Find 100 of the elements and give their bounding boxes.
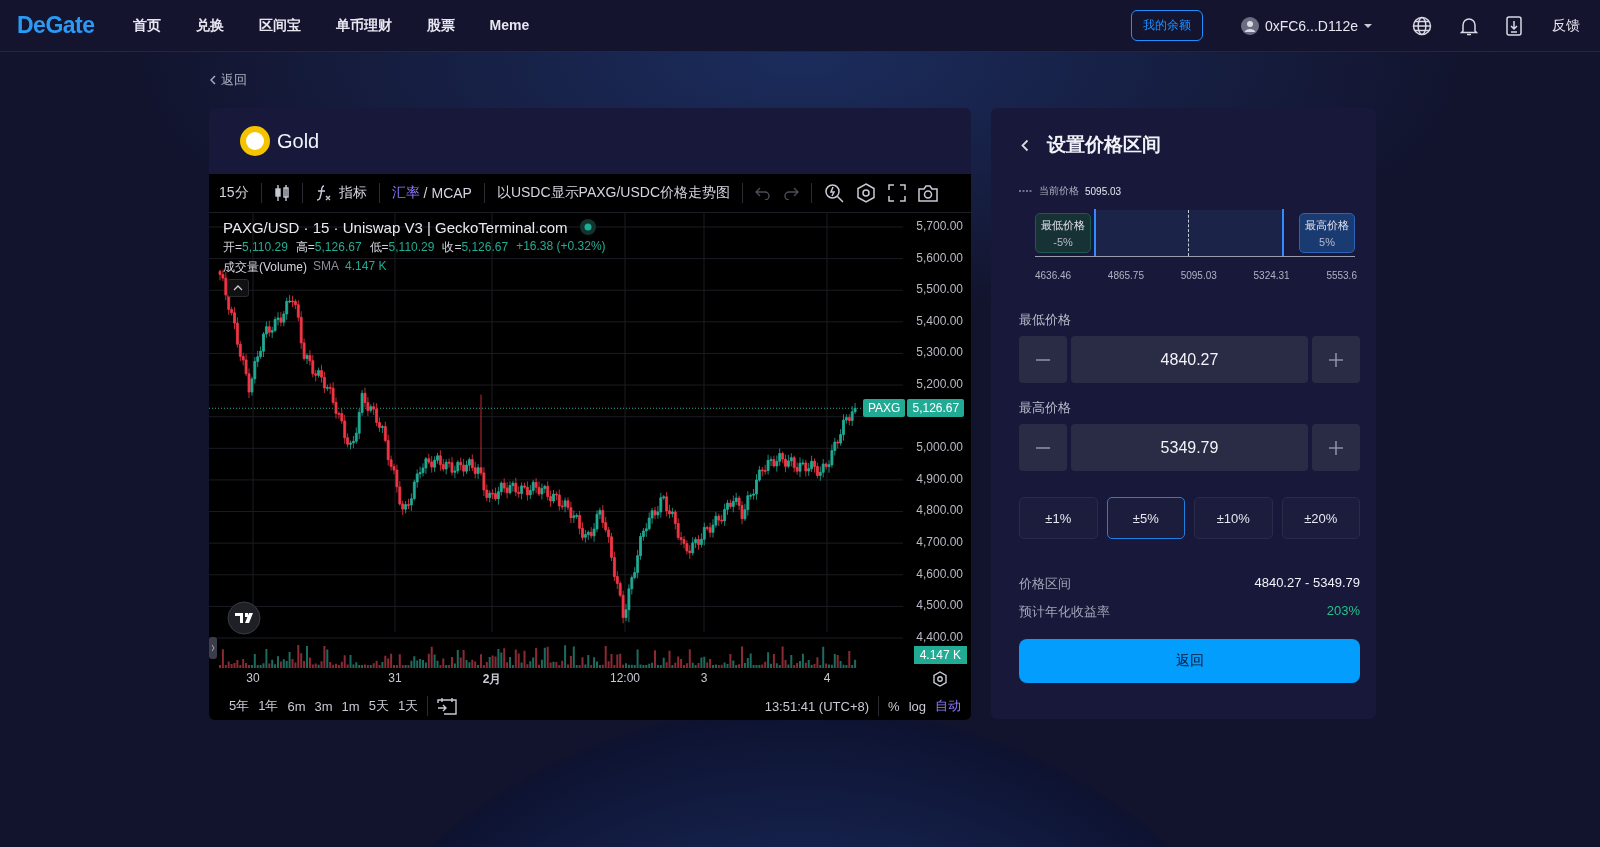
bell-icon[interactable] xyxy=(1460,15,1478,36)
tv-logo-icon[interactable] xyxy=(227,601,261,636)
price-input-field[interactable]: 5349.79 xyxy=(1071,424,1308,471)
field-label: 最低价格 xyxy=(1019,311,1072,329)
percent-preset-button[interactable]: ±5% xyxy=(1106,497,1185,539)
range-marker[interactable]: 最低价格 -5% xyxy=(1035,213,1091,253)
download-icon[interactable] xyxy=(1506,15,1522,36)
plus-icon xyxy=(1329,352,1343,367)
lower-bound-line xyxy=(1094,209,1096,257)
change-value: +16.38 (+0.32%) xyxy=(516,238,606,255)
current-price-value: 5095.03 xyxy=(1085,185,1122,197)
range-button[interactable]: 6m xyxy=(287,698,306,714)
side-handle-icon[interactable] xyxy=(209,637,217,660)
upper-bound-line xyxy=(1282,209,1284,257)
interval-button[interactable]: 15分 xyxy=(219,183,249,202)
price-axis-label: 4,800.00 xyxy=(916,503,963,518)
nav-link[interactable]: Meme xyxy=(489,16,530,35)
globe-icon[interactable] xyxy=(1412,15,1432,36)
price-tag: 5,126.67 xyxy=(907,399,965,418)
rate-toggle[interactable]: MCAP xyxy=(431,184,472,201)
balance-button[interactable]: 我的余额 xyxy=(1130,10,1203,41)
time-axis-label: 31 xyxy=(388,671,402,686)
price-axis-label: 5,500.00 xyxy=(916,282,963,297)
camera-icon[interactable] xyxy=(918,183,938,202)
range-button[interactable]: 3m xyxy=(314,698,333,714)
account-address[interactable]: 0xFC6...D112e xyxy=(1264,17,1358,34)
price-input-field[interactable]: 4840.27 xyxy=(1071,336,1308,383)
summary-label: 预计年化收益率 xyxy=(1019,603,1110,621)
time-axis-label: 30 xyxy=(246,671,260,686)
percent-preset-button[interactable]: ±20% xyxy=(1281,497,1360,539)
nav-link[interactable]: 首页 xyxy=(132,16,161,35)
price-axis-label: 5,200.00 xyxy=(916,377,963,391)
chart-title: PAXG/USD · 15 · Uniswap V3 | GeckoTerminal.com xyxy=(223,218,568,236)
symbol-tag: PAXG xyxy=(863,399,906,418)
price-axis-label: 5,600.00 xyxy=(916,250,963,265)
volume-label: 成交量(Volume) xyxy=(223,258,308,276)
settings-icon[interactable] xyxy=(856,182,876,203)
magnifier-icon[interactable] xyxy=(824,182,844,203)
chart-caption: 以USDC显示PAXG/USDC价格走势图 xyxy=(496,183,730,202)
separator-slash: / xyxy=(423,184,428,201)
price-axis-label: 4,500.00 xyxy=(916,598,963,613)
calendar-icon[interactable] xyxy=(437,697,458,716)
time-axis-label: 2月 xyxy=(482,671,502,689)
return-button[interactable]: 返回 xyxy=(1019,639,1360,683)
range-button[interactable]: 1年 xyxy=(258,697,279,716)
price-axis-label: 4,400.00 xyxy=(916,629,963,644)
coin-icon xyxy=(239,125,271,157)
ohlc-value: 高=5,126.67 xyxy=(295,238,362,256)
sma-label: SMA xyxy=(313,258,340,275)
rate-toggle[interactable]: 汇率 xyxy=(391,183,420,202)
time-axis-label: 3 xyxy=(700,671,708,686)
nav-link[interactable]: 兑换 xyxy=(195,16,224,35)
time-axis-label: 4 xyxy=(823,671,831,686)
summary-value: 4840.27 - 5349.79 xyxy=(1254,575,1360,592)
price-axis-label: 5,400.00 xyxy=(916,313,963,328)
range-axis-label: 5324.31 xyxy=(1253,270,1290,281)
dashed-line-icon xyxy=(1019,189,1033,193)
range-button[interactable]: 5天 xyxy=(368,697,389,716)
price-axis-label: 5,000.00 xyxy=(916,440,963,455)
summary-label: 价格区间 xyxy=(1019,575,1071,593)
increase-button[interactable] xyxy=(1312,424,1360,471)
increase-button[interactable] xyxy=(1312,336,1360,383)
function-icon xyxy=(314,183,333,202)
price-axis-label: 5,700.00 xyxy=(916,218,963,233)
volume-value: 4.147 K xyxy=(345,258,387,275)
percent-preset-button[interactable]: ±10% xyxy=(1194,497,1273,539)
range-button[interactable]: 5年 xyxy=(229,697,250,716)
chevron-left-icon xyxy=(209,75,216,85)
status-dot-icon xyxy=(579,219,596,236)
scale-toggle[interactable]: log xyxy=(908,698,926,714)
collapse-button[interactable] xyxy=(227,278,249,297)
candles-icon[interactable] xyxy=(273,183,290,202)
chevron-up-icon xyxy=(233,284,243,291)
back-chevron-icon[interactable] xyxy=(1021,138,1029,152)
logo[interactable]: DeGate xyxy=(17,12,95,39)
back-link[interactable]: 返回 xyxy=(209,52,247,108)
nav-link[interactable]: 单币理财 xyxy=(335,16,392,35)
current-price-label: 当前价格 xyxy=(1039,184,1079,198)
nav-link[interactable]: 股票 xyxy=(426,16,455,35)
percent-preset-button[interactable]: ±1% xyxy=(1019,497,1098,539)
scale-toggle[interactable]: 自动 xyxy=(935,697,961,716)
feedback-link[interactable]: 反馈 xyxy=(1552,16,1580,35)
nav-link[interactable]: 区间宝 xyxy=(258,16,301,35)
range-axis-label: 5095.03 xyxy=(1180,270,1217,281)
fullscreen-icon[interactable] xyxy=(888,183,906,202)
range-marker[interactable]: 最高价格 5% xyxy=(1299,213,1355,253)
ohlc-value: 开=5,110.29 xyxy=(223,238,288,256)
indicators-button[interactable]: 指标 xyxy=(314,183,367,202)
clock-time: 13:51:41 (UTC+8) xyxy=(764,698,870,714)
asset-name: Gold xyxy=(277,129,320,153)
settings-icon[interactable] xyxy=(932,671,948,688)
plus-icon xyxy=(1329,440,1343,455)
scale-toggle[interactable]: % xyxy=(888,698,900,714)
caret-icon[interactable] xyxy=(1364,22,1372,29)
range-button[interactable]: 1m xyxy=(341,698,360,714)
avatar-icon xyxy=(1240,16,1259,35)
panel-title: 设置价格区间 xyxy=(1047,133,1161,157)
range-button[interactable]: 1天 xyxy=(397,697,419,716)
time-axis-label: 12:00 xyxy=(610,671,640,686)
summary-value: 203% xyxy=(1326,603,1360,620)
